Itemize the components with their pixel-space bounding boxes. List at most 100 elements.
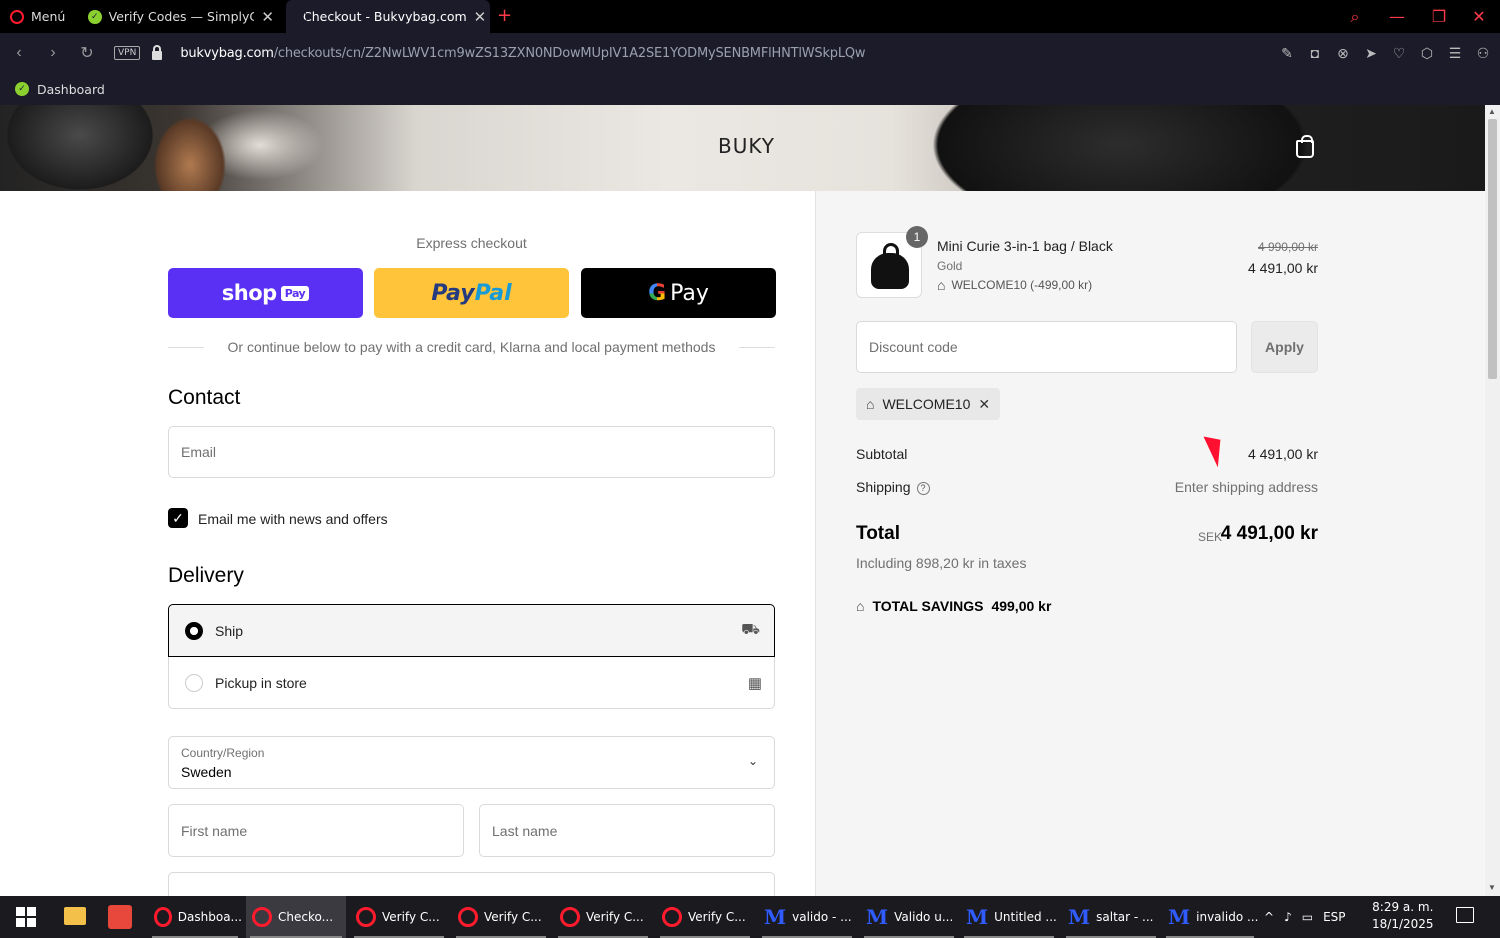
camera-icon[interactable]: ◘ <box>1306 45 1324 61</box>
discount-placeholder: Discount code <box>869 339 958 355</box>
delivery-option-pickup[interactable]: Pickup in store ▦ <box>169 657 776 709</box>
product-discount: ⌂ WELCOME10 (-499,00 kr) <box>937 277 1092 293</box>
tag-icon: ⌂ <box>866 396 875 412</box>
taskbar-item[interactable]: Verify C... <box>452 896 550 938</box>
quantity-badge: 1 <box>906 226 928 248</box>
newsletter-label[interactable]: Email me with news and offers <box>198 511 388 527</box>
close-tab-icon[interactable]: ✕ <box>474 8 487 26</box>
minimize-icon[interactable]: — <box>1376 0 1418 33</box>
taskbar-item[interactable]: Minvalido ... <box>1162 896 1258 938</box>
email-field[interactable]: Email <box>168 426 775 478</box>
scroll-up-arrow-icon[interactable]: ▲ <box>1488 107 1496 116</box>
windows-taskbar: Dashboa... Checko... Verify C... Verify … <box>0 896 1500 938</box>
block-icon[interactable]: ⊗ <box>1334 45 1352 62</box>
cart-bag-icon[interactable] <box>1296 135 1314 158</box>
total-value: 4 491,00 kr <box>1220 523 1318 544</box>
new-tab-icon[interactable]: + <box>497 5 512 26</box>
delivery-option-ship[interactable]: Ship ⛟ <box>168 604 775 657</box>
close-tab-icon[interactable]: ✕ <box>261 8 274 26</box>
taskbar-item-label: saltar - ... <box>1096 910 1154 924</box>
store-logo[interactable]: BUKY <box>718 134 775 158</box>
taskbar-item[interactable]: M Valido u... <box>860 896 958 938</box>
google-g-icon: G <box>648 280 667 306</box>
system-clock[interactable]: 8:29 a. m. 18/1/2025 <box>1372 899 1434 933</box>
savings-label: TOTAL SAVINGS <box>872 598 984 614</box>
m-app-icon: M <box>1068 905 1091 929</box>
send-icon[interactable]: ➤ <box>1362 45 1380 62</box>
taskbar-item[interactable]: Verify C... <box>350 896 448 938</box>
discount-code-field[interactable]: Discount code <box>856 321 1237 373</box>
google-pay-button[interactable]: G Pay <box>581 268 776 318</box>
tag-icon: ⌂ <box>937 277 946 293</box>
file-explorer-icon[interactable] <box>64 907 86 925</box>
chevron-up-icon[interactable]: ^ <box>1264 910 1274 924</box>
notifications-icon[interactable] <box>1456 907 1474 923</box>
network-icon[interactable]: ▭ <box>1302 910 1313 924</box>
edit-icon[interactable]: ✎ <box>1278 45 1296 62</box>
restore-icon[interactable]: ❐ <box>1418 0 1460 33</box>
windows-start-icon[interactable] <box>16 907 36 927</box>
scrollbar-thumb[interactable] <box>1488 119 1497 379</box>
taskbar-item[interactable]: M Untitled ... <box>960 896 1058 938</box>
email-placeholder: Email <box>181 444 217 460</box>
radio-selected[interactable] <box>185 621 203 640</box>
remove-discount-icon[interactable]: ✕ <box>978 396 990 413</box>
store-icon: ▦ <box>747 675 762 692</box>
newsletter-checkbox[interactable]: ✓ <box>168 508 188 528</box>
tab-checkout[interactable]: Checkout - Bukvybag.com ✕ <box>286 0 490 33</box>
search-tabs-icon[interactable]: ⌕ <box>1334 0 1376 33</box>
profile-icon[interactable]: ⚇ <box>1474 45 1492 62</box>
delivery-option-label: Pickup in store <box>215 675 307 691</box>
product-price-original: 4 990,00 kr <box>1257 240 1318 254</box>
heart-icon[interactable]: ♡ <box>1390 45 1408 62</box>
opera-icon <box>662 907 682 927</box>
cube-icon[interactable]: ⬡ <box>1418 45 1436 62</box>
forward-icon[interactable]: › <box>36 44 70 62</box>
taskbar-item-label: Checko... <box>278 910 334 924</box>
settings-icon[interactable]: ☰ <box>1446 45 1464 62</box>
taskbar-item-label: Dashboa... <box>177 910 242 924</box>
clock-date: 18/1/2025 <box>1372 917 1434 931</box>
help-icon[interactable]: ? <box>916 481 930 495</box>
opera-icon <box>560 907 580 927</box>
country-label: Country/Region <box>181 746 265 760</box>
m-app-icon: M <box>966 905 989 929</box>
product-price-final: 4 491,00 kr <box>1247 260 1318 276</box>
lock-icon[interactable] <box>152 44 163 60</box>
radio-unselected[interactable] <box>185 674 203 692</box>
bookmark-dashboard[interactable]: Dashboard <box>37 82 105 97</box>
first-name-field[interactable]: First name <box>168 804 464 857</box>
delivery-heading: Delivery <box>168 564 244 587</box>
url-path: /checkouts/cn/Z2NwLWV1cm9wZS13ZXN0NDowMU… <box>273 45 866 61</box>
close-window-icon[interactable]: ✕ <box>1458 0 1500 33</box>
browser-menu-button[interactable]: Menú <box>0 0 78 33</box>
apply-discount-button[interactable]: Apply <box>1251 321 1318 373</box>
total-label: Total <box>856 523 900 544</box>
last-name-field[interactable]: Last name <box>479 804 775 857</box>
vpn-badge[interactable]: VPN <box>114 46 141 60</box>
paypal-button[interactable]: Pay Pal <box>374 268 569 318</box>
taskbar-item[interactable]: Verify C... <box>554 896 652 938</box>
taskbar-item[interactable]: Mvalido - ... <box>758 896 856 938</box>
address-bar: ‹ › ↻ VPN bukvybag.com/checkouts/cn/Z2Nw… <box>0 33 1500 73</box>
taskbar-item[interactable]: Checko... <box>246 896 346 938</box>
volume-icon[interactable]: ♪ <box>1284 910 1292 924</box>
savings-value: 499,00 kr <box>991 598 1052 614</box>
taxes-text: Including 898,20 kr in taxes <box>856 555 1027 571</box>
taskbar-item[interactable]: Dashboa... <box>148 896 242 938</box>
shop-pay-word: shop <box>221 281 277 305</box>
tab-verify-codes[interactable]: ✓ Verify Codes — SimplyCodes ✕ <box>78 0 284 33</box>
address-bar-tools: ✎ ◘ ⊗ ➤ ♡ ⬡ ☰ ⚇ <box>1278 33 1492 73</box>
country-select[interactable]: Country/Region Sweden ⌄ <box>168 736 775 789</box>
app-shortcut-icon[interactable] <box>108 905 132 929</box>
back-icon[interactable]: ‹ <box>2 44 36 62</box>
language-indicator[interactable]: ESP <box>1323 910 1345 924</box>
taskbar-item[interactable]: Msaltar - ... <box>1062 896 1160 938</box>
shipping-row: Shipping? <box>856 479 930 495</box>
reload-icon[interactable]: ↻ <box>70 43 104 63</box>
url-field[interactable]: bukvybag.com/checkouts/cn/Z2NwLWV1cm9wZS… <box>180 46 865 61</box>
page-scrollbar[interactable]: ▲ ▼ <box>1485 105 1500 896</box>
shop-pay-button[interactable]: shop Pay <box>168 268 363 318</box>
scroll-down-arrow-icon[interactable]: ▼ <box>1488 883 1496 892</box>
taskbar-item[interactable]: Verify C... <box>656 896 754 938</box>
